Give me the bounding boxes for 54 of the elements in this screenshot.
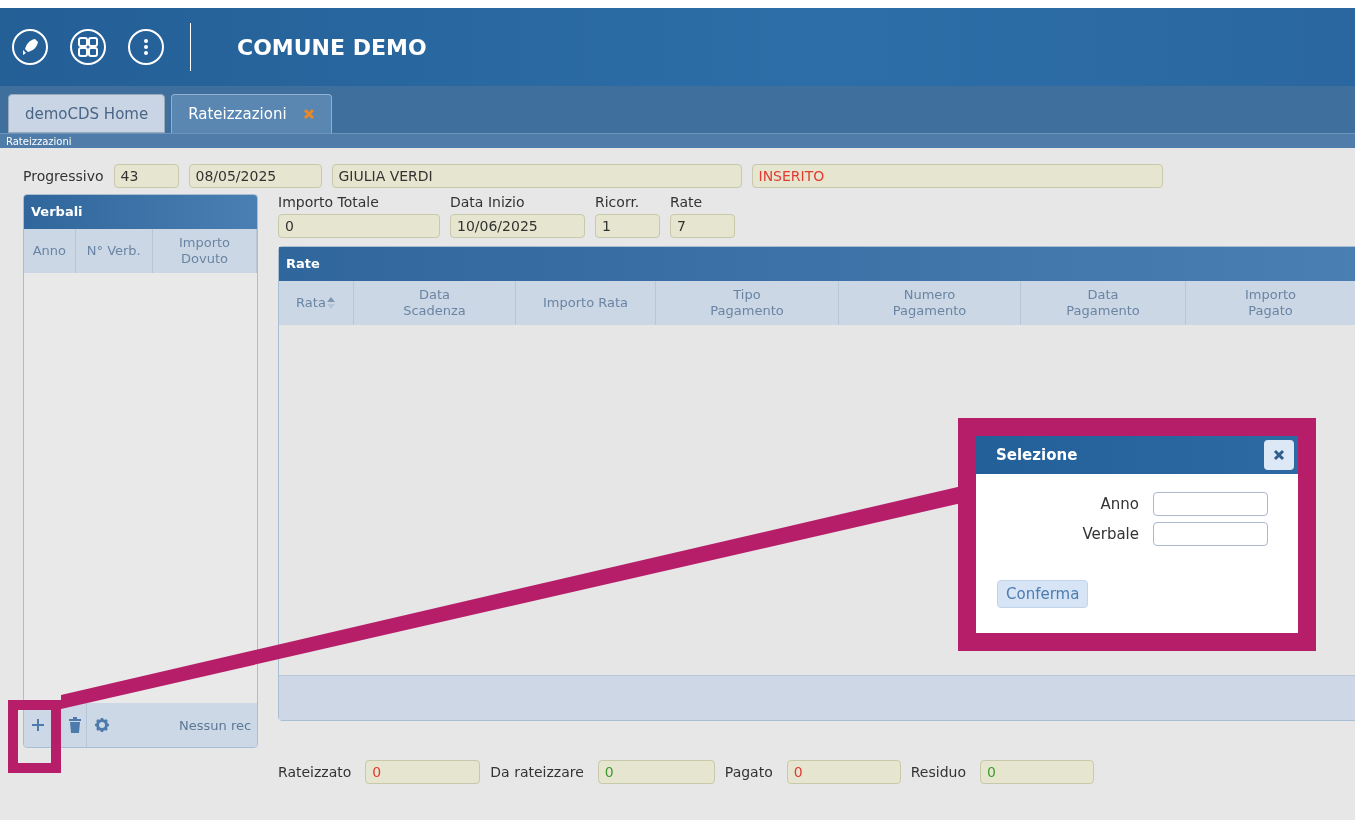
column-header[interactable]: Data Pagamento bbox=[1021, 281, 1186, 325]
record-count: Nessun rec bbox=[179, 717, 253, 733]
panel-title: Verbali bbox=[24, 195, 257, 229]
readonly-field: 10/06/2025 bbox=[450, 214, 585, 238]
readonly-field: 0 bbox=[278, 214, 440, 238]
readonly-field: 08/05/2025 bbox=[188, 164, 322, 188]
app-title: COMUNE DEMO bbox=[237, 34, 427, 60]
readonly-field: 0 bbox=[365, 760, 481, 784]
readonly-field: GIULIA VERDI bbox=[331, 164, 742, 188]
tab[interactable]: demoCDS Home bbox=[8, 94, 166, 133]
field-label: Verbale bbox=[1082, 525, 1139, 543]
breadcrumb: Rateizzazioni bbox=[0, 133, 1355, 148]
gear-icon bbox=[95, 718, 109, 732]
close-button[interactable] bbox=[1264, 440, 1294, 470]
readonly-field: 0 bbox=[786, 760, 901, 784]
field-label: Pagato bbox=[724, 764, 773, 780]
field-label: Importo Totale bbox=[278, 194, 380, 212]
close-icon bbox=[1273, 449, 1285, 461]
apps-icon bbox=[76, 35, 100, 59]
column-header[interactable]: Anno bbox=[24, 229, 76, 273]
column-header[interactable]: Importo Dovuto bbox=[152, 229, 257, 273]
plus-icon bbox=[31, 718, 45, 732]
field-label: Anno bbox=[1100, 495, 1139, 513]
input-field[interactable] bbox=[1153, 522, 1268, 546]
column-header[interactable]: Importo Rata bbox=[516, 281, 656, 325]
field-label: Rate bbox=[670, 194, 704, 212]
tab[interactable]: Rateizzazioni bbox=[171, 94, 332, 133]
field-label: Data Inizio bbox=[450, 194, 526, 212]
field-label: Da rateizzare bbox=[490, 764, 584, 780]
column-header[interactable]: Data Scadenza bbox=[354, 281, 516, 325]
column-header[interactable]: Rata bbox=[279, 281, 354, 325]
field-label: Residuo bbox=[910, 764, 966, 780]
confirm-button[interactable]: Conferma bbox=[997, 580, 1089, 608]
readonly-field: 1 bbox=[595, 214, 660, 238]
column-header[interactable]: Numero Pagamento bbox=[839, 281, 1021, 325]
column-header[interactable]: N° Verb. bbox=[75, 229, 153, 273]
field-label: Progressivo bbox=[23, 168, 104, 184]
apps-button[interactable] bbox=[70, 29, 106, 65]
readonly-field: 7 bbox=[670, 214, 735, 238]
readonly-field: 0 bbox=[597, 760, 715, 784]
more-button[interactable] bbox=[128, 29, 164, 65]
readonly-field: 43 bbox=[113, 164, 179, 188]
dialog-title: Selezione bbox=[996, 446, 1078, 464]
column-header[interactable]: Importo Pagato bbox=[1186, 281, 1355, 325]
readonly-field: INSERITO bbox=[751, 164, 1163, 188]
input-field[interactable] bbox=[1153, 492, 1268, 516]
field-label: Rateizzato bbox=[278, 764, 352, 780]
panel-title: Rate bbox=[279, 247, 1355, 281]
sort-icon bbox=[325, 296, 336, 310]
more-icon bbox=[143, 38, 149, 56]
field-label: Ricorr. bbox=[595, 194, 641, 212]
readonly-field: 0 bbox=[979, 760, 1094, 784]
trash-icon bbox=[67, 717, 82, 733]
column-header[interactable]: Tipo Pagamento bbox=[656, 281, 839, 325]
